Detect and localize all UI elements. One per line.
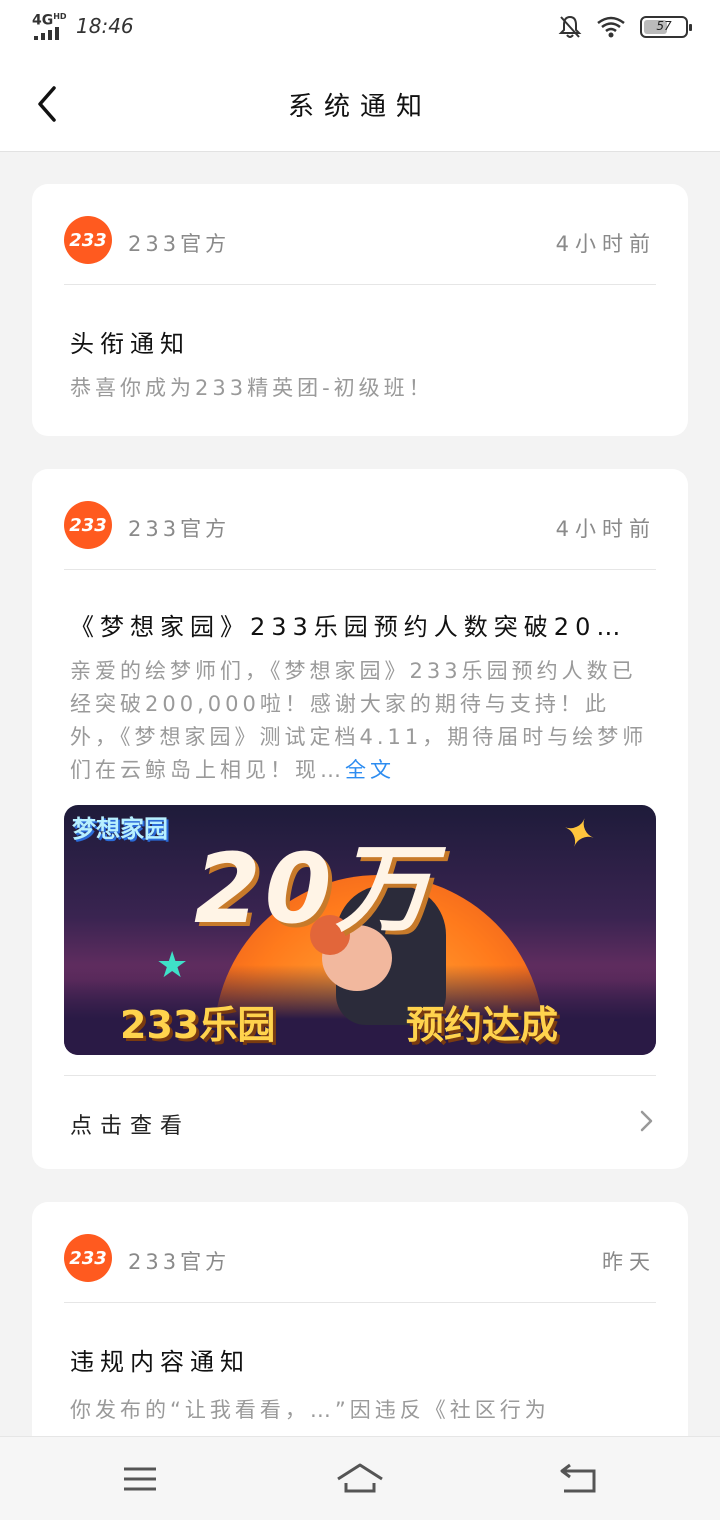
notification-card[interactable]: 233 233官方 4小时前 头衔通知 恭喜你成为233精英团-初级班！ bbox=[32, 184, 688, 436]
page-title: 系统通知 bbox=[287, 92, 432, 122]
divider bbox=[64, 569, 656, 570]
timestamp: 4小时前 bbox=[555, 232, 656, 256]
view-details-row[interactable]: 点击查看 bbox=[64, 1075, 656, 1165]
timestamp: 4小时前 bbox=[555, 517, 656, 541]
banner-tag-right: 预约达成 bbox=[406, 1003, 559, 1047]
notification-body: 你发布的“让我看看，…”因违反《社区行为 bbox=[70, 1398, 550, 1422]
banner-headline: 20万 bbox=[194, 833, 436, 945]
battery-icon: 57 bbox=[640, 16, 692, 38]
back-icon[interactable] bbox=[556, 1459, 604, 1499]
notification-header: 233 233官方 4小时前 bbox=[64, 214, 656, 268]
sender-name: 233官方 bbox=[128, 1250, 231, 1274]
home-icon[interactable] bbox=[336, 1459, 384, 1499]
page-header: 系统通知 bbox=[0, 56, 720, 152]
wifi-icon bbox=[597, 16, 625, 38]
notification-title: 《梦想家园》233乐园预约人数突破20… bbox=[70, 613, 627, 641]
banner-tag-left: 233乐园 bbox=[120, 1003, 276, 1047]
avatar: 233 bbox=[64, 501, 112, 549]
notification-card[interactable]: 233 233官方 4小时前 《梦想家园》233乐园预约人数突破20… 亲爱的绘… bbox=[32, 469, 688, 1169]
status-bar: 4GHD 18:46 57 bbox=[0, 0, 720, 56]
notification-header: 233 233官方 4小时前 bbox=[64, 499, 656, 553]
notification-body: 亲爱的绘梦师们，《梦想家园》233乐园预约人数已经突破200,000啦！感谢大家… bbox=[70, 655, 652, 787]
notification-card[interactable]: 233 233官方 昨天 违规内容通知 你发布的“让我看看，…”因违反《社区行为 bbox=[32, 1202, 688, 1462]
avatar: 233 bbox=[64, 216, 112, 264]
sender-name: 233官方 bbox=[128, 232, 231, 256]
avatar: 233 bbox=[64, 1234, 112, 1282]
divider bbox=[64, 1302, 656, 1303]
sender-name: 233官方 bbox=[128, 517, 231, 541]
sparkle-icon: ✦ bbox=[555, 806, 603, 862]
divider bbox=[64, 284, 656, 285]
signal-icon: 4GHD bbox=[32, 12, 67, 40]
star-icon: ★ bbox=[156, 945, 189, 986]
notification-title: 头衔通知 bbox=[70, 330, 190, 358]
game-logo: 梦想家园 bbox=[72, 815, 168, 843]
clock: 18:46 bbox=[76, 14, 134, 38]
system-nav-bar bbox=[0, 1436, 720, 1520]
notification-body: 恭喜你成为233精英团-初级班！ bbox=[70, 376, 434, 400]
chevron-right-icon bbox=[640, 1110, 653, 1132]
timestamp: 昨天 bbox=[602, 1250, 656, 1274]
view-details-label: 点击查看 bbox=[70, 1114, 191, 1139]
mute-bell-icon bbox=[558, 15, 582, 38]
notification-title: 违规内容通知 bbox=[70, 1348, 250, 1376]
banner-image[interactable]: 梦想家园 20万 ★ ✦ 233乐园 预约达成 bbox=[64, 805, 656, 1055]
notification-header: 233 233官方 昨天 bbox=[64, 1232, 656, 1286]
full-text-link[interactable]: 全文 bbox=[345, 758, 395, 782]
menu-icon[interactable] bbox=[116, 1459, 164, 1499]
